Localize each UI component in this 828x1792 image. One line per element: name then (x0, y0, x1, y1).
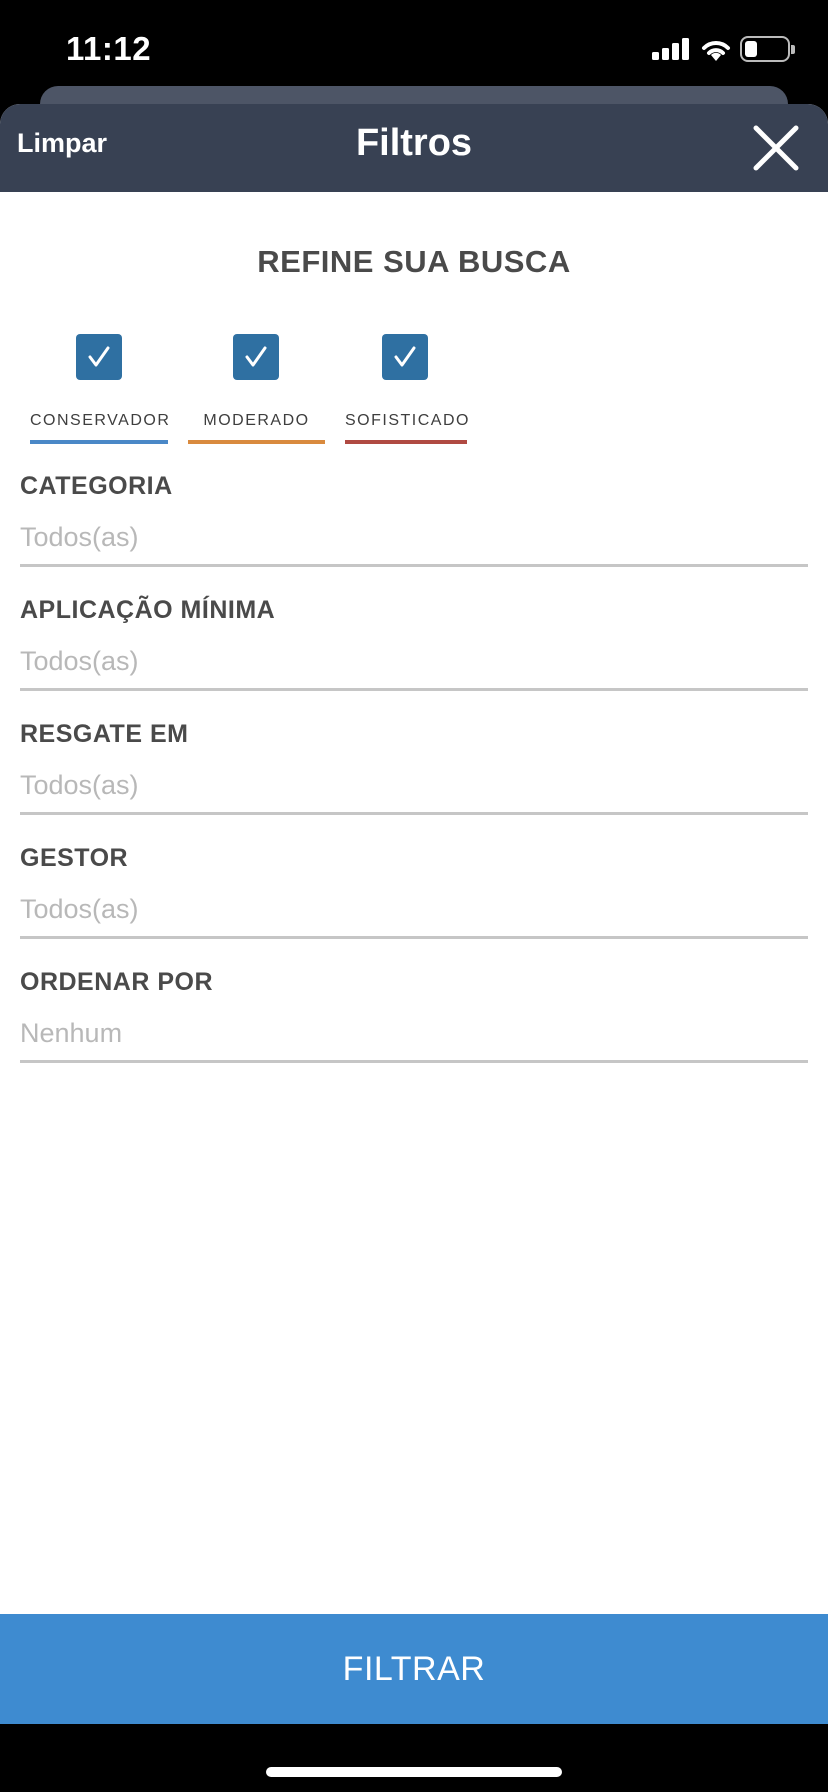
field-underline (20, 812, 808, 815)
profile-sofisticado[interactable]: SOFISTICADO (345, 334, 470, 444)
field-ordenar-por[interactable]: ORDENAR POR Nenhum (20, 968, 808, 1078)
field-label: APLICAÇÃO MÍNIMA (20, 596, 276, 624)
field-gestor[interactable]: GESTOR Todos(as) (20, 844, 808, 954)
field-underline (20, 1060, 808, 1063)
field-value[interactable]: Todos(as) (20, 770, 139, 801)
profile-underline (188, 440, 325, 444)
status-bar: 11:12 (0, 0, 828, 100)
wifi-icon (702, 41, 730, 61)
profile-label: CONSERVADOR (30, 412, 171, 429)
profile-label: SOFISTICADO (345, 412, 470, 429)
profile-label: MODERADO (203, 412, 310, 429)
risk-profile-selector: CONSERVADOR MODERADO SOFISTICADO (0, 334, 828, 444)
field-categoria[interactable]: CATEGORIA Todos(as) (20, 472, 808, 582)
profile-moderado[interactable]: MODERADO (188, 334, 325, 444)
profile-underline (30, 440, 168, 444)
field-value[interactable]: Todos(as) (20, 894, 139, 925)
field-underline (20, 936, 808, 939)
sofisticado-checkbox[interactable] (382, 334, 428, 380)
field-value[interactable]: Nenhum (20, 1018, 122, 1049)
field-resgate-em[interactable]: RESGATE EM Todos(as) (20, 720, 808, 830)
checkmark-icon (245, 346, 267, 367)
checkmark-icon (394, 346, 416, 367)
field-underline (20, 688, 808, 691)
field-label: RESGATE EM (20, 720, 189, 748)
moderado-checkbox[interactable] (233, 334, 279, 380)
profile-underline (345, 440, 467, 444)
navbar: Limpar Filtros (0, 104, 828, 192)
field-aplicacao-minima[interactable]: APLICAÇÃO MÍNIMA Todos(as) (20, 596, 808, 706)
filters-modal: Limpar Filtros REFINE SUA BUSCA CONSERVA… (0, 104, 828, 1724)
close-icon[interactable] (748, 120, 804, 176)
battery-icon (740, 36, 795, 62)
home-indicator[interactable] (266, 1767, 562, 1777)
cellular-signal-icon (652, 38, 690, 60)
field-label: ORDENAR POR (20, 968, 214, 996)
filter-button[interactable]: FILTRAR (0, 1614, 828, 1724)
page-title: Filtros (355, 122, 473, 164)
field-value[interactable]: Todos(as) (20, 646, 139, 677)
status-time: 11:12 (66, 30, 152, 67)
field-underline (20, 564, 808, 567)
section-heading: REFINE SUA BUSCA (257, 244, 571, 279)
conservador-checkbox[interactable] (76, 334, 122, 380)
field-label: CATEGORIA (20, 472, 173, 500)
field-value[interactable]: Todos(as) (20, 522, 139, 553)
field-label: GESTOR (20, 844, 129, 872)
profile-conservador[interactable]: CONSERVADOR (30, 334, 171, 444)
checkmark-icon (88, 346, 110, 367)
